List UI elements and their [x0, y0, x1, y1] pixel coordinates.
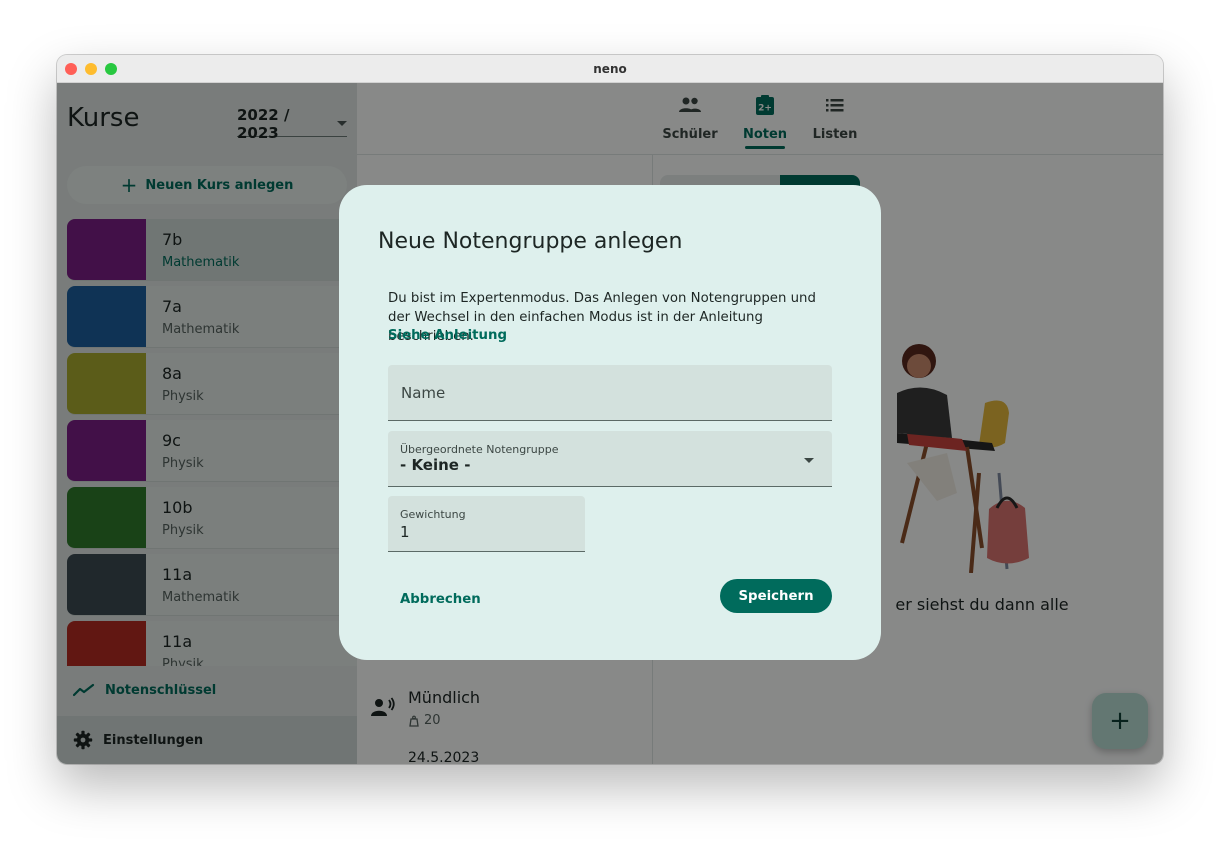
weight-value: 1	[400, 523, 410, 541]
dialog-title: Neue Notengruppe anlegen	[378, 229, 683, 254]
weight-field[interactable]: Gewichtung 1	[388, 496, 585, 552]
window-controls	[65, 63, 117, 75]
manual-link[interactable]: Siehe Anleitung	[388, 328, 507, 343]
cancel-button[interactable]: Abbrechen	[388, 583, 481, 615]
app-window: neno Kurse 2022 / 2023 + Neuen Kurs anle…	[57, 55, 1163, 764]
name-field-placeholder: Name	[401, 384, 446, 402]
parent-group-label: Übergeordnete Notengruppe	[400, 443, 559, 456]
weight-label: Gewichtung	[400, 508, 466, 521]
close-window-button[interactable]	[65, 63, 77, 75]
minimize-window-button[interactable]	[85, 63, 97, 75]
maximize-window-button[interactable]	[105, 63, 117, 75]
title-bar: neno	[57, 55, 1163, 83]
name-field[interactable]: Name	[388, 365, 832, 421]
new-grade-group-dialog: Neue Notengruppe anlegen Du bist im Expe…	[339, 185, 881, 660]
window-title: neno	[593, 61, 627, 76]
save-button[interactable]: Speichern	[720, 579, 832, 613]
parent-group-value: - Keine -	[400, 456, 471, 474]
parent-group-select[interactable]: Übergeordnete Notengruppe - Keine -	[388, 431, 832, 487]
app-content: Kurse 2022 / 2023 + Neuen Kurs anlegen 7…	[57, 83, 1163, 764]
chevron-down-icon	[804, 458, 814, 463]
